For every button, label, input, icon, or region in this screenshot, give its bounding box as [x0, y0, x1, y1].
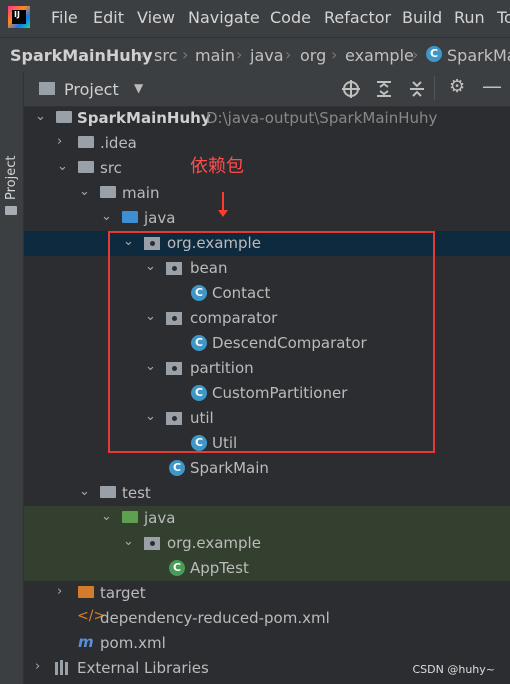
expanded-arrow-icon[interactable]: ⌄ — [123, 534, 134, 549]
tree-label: org.example — [167, 534, 261, 552]
libraries-icon — [55, 660, 68, 675]
panel-title[interactable]: Project — [64, 80, 119, 99]
expanded-arrow-icon[interactable]: ⌄ — [79, 484, 90, 499]
test-folder-icon — [122, 511, 138, 523]
crumb-example[interactable]: example — [345, 46, 414, 65]
collapsed-arrow-icon[interactable]: › — [35, 659, 40, 674]
tree-row-sparkmain[interactable]: C SparkMain — [24, 456, 510, 481]
tree-label: dependency-reduced-pom.xml — [100, 609, 330, 627]
source-folder-icon — [122, 211, 138, 223]
tree-row-java[interactable]: ⌄ java — [24, 206, 510, 231]
tree-label: java — [144, 209, 176, 227]
collapsed-arrow-icon[interactable]: › — [57, 134, 62, 149]
annotation-label: 依赖包 — [190, 156, 244, 177]
chevron-right-icon: › — [331, 45, 338, 64]
test-class-icon: C — [169, 560, 185, 576]
menu-run[interactable]: Run — [454, 8, 485, 27]
menu-file[interactable]: File — [51, 8, 78, 27]
chevron-right-icon: › — [182, 45, 189, 64]
maven-icon: m — [78, 633, 94, 651]
chevron-right-icon: › — [285, 45, 292, 64]
expand-all-icon[interactable] — [375, 80, 393, 98]
menu-refactor[interactable]: Refactor — [324, 8, 391, 27]
chevron-right-icon: › — [236, 45, 243, 64]
expanded-arrow-icon[interactable]: ⌄ — [101, 509, 112, 524]
tree-row-target[interactable]: › target — [24, 581, 510, 606]
tree-label: .idea — [100, 134, 137, 152]
tree-label: AppTest — [190, 559, 249, 577]
crumb-project[interactable]: SparkMainHuhy — [10, 46, 153, 65]
crumb-main[interactable]: main — [195, 46, 235, 65]
folder-icon — [100, 486, 116, 498]
minimize-icon[interactable]: — — [482, 74, 502, 98]
folder-icon — [100, 186, 116, 198]
tree-label: SparkMain — [190, 459, 269, 477]
folder-icon — [5, 206, 17, 215]
module-folder-icon — [56, 111, 72, 123]
menu-tools[interactable]: To — [497, 8, 510, 27]
locate-icon[interactable] — [342, 80, 360, 98]
project-view-icon — [39, 82, 55, 95]
tree-label: target — [100, 584, 146, 602]
tree-label: java — [144, 509, 176, 527]
tree-label: External Libraries — [77, 659, 209, 677]
collapsed-arrow-icon[interactable]: › — [57, 584, 62, 599]
tree-row-test[interactable]: ⌄ test — [24, 481, 510, 506]
crumb-java[interactable]: java — [250, 46, 284, 65]
crumb-src[interactable]: src — [154, 46, 177, 65]
divider — [434, 76, 435, 100]
package-icon — [144, 537, 160, 550]
crumb-sparkmain[interactable]: SparkMa — [447, 46, 510, 65]
tree-row-apptest[interactable]: C AppTest — [24, 556, 510, 581]
project-panel-header: Project ▼ ⚙ — — [24, 72, 510, 107]
menu-view[interactable]: View — [137, 8, 175, 27]
tree-label: pom.xml — [100, 634, 166, 652]
annotation-arrow — [218, 192, 228, 217]
tree-row-idea[interactable]: › .idea — [24, 131, 510, 156]
tree-row-pom[interactable]: m pom.xml — [24, 631, 510, 656]
tool-window-strip: Project — [0, 72, 24, 684]
root-name: SparkMainHuhy — [77, 109, 211, 127]
expanded-arrow-icon[interactable]: ⌄ — [79, 184, 90, 199]
dropdown-arrow-icon[interactable]: ▼ — [134, 81, 143, 95]
root-path: D:\java-output\SparkMainHuhy — [206, 109, 438, 127]
expanded-arrow-icon[interactable]: ⌄ — [35, 109, 46, 124]
menu-navigate[interactable]: Navigate — [188, 8, 260, 27]
breadcrumb: SparkMainHuhy › src › main › java › org … — [0, 37, 510, 73]
menu-build[interactable]: Build — [402, 8, 442, 27]
tree-row-test-org[interactable]: ⌄ org.example — [24, 531, 510, 556]
chevron-right-icon: › — [412, 45, 419, 64]
tree-row-dep-pom[interactable]: </> dependency-reduced-pom.xml — [24, 606, 510, 631]
intellij-logo-icon: IJ — [8, 6, 30, 28]
tree-row-test-java[interactable]: ⌄ java — [24, 506, 510, 531]
chevron-right-icon: › — [139, 45, 146, 64]
tree-label: test — [122, 484, 151, 502]
tree-row-main[interactable]: ⌄ main — [24, 181, 510, 206]
expanded-arrow-icon[interactable]: ⌄ — [57, 159, 68, 174]
class-icon: C — [426, 46, 442, 62]
folder-icon — [78, 136, 94, 148]
menu-code[interactable]: Code — [270, 8, 311, 27]
tree-row-src[interactable]: ⌄ src — [24, 156, 510, 181]
project-tab[interactable]: Project — [4, 156, 19, 200]
runnable-class-icon: C — [169, 460, 185, 476]
expanded-arrow-icon[interactable]: ⌄ — [101, 209, 112, 224]
collapse-all-icon[interactable] — [408, 80, 426, 98]
gear-icon[interactable]: ⚙ — [449, 76, 465, 97]
menu-bar: IJ File Edit View Navigate Code Refactor… — [0, 0, 510, 37]
annotation-box — [108, 231, 435, 453]
crumb-org[interactable]: org — [300, 46, 326, 65]
watermark: CSDN @huhy~ — [412, 663, 496, 676]
tree-row-root[interactable]: ⌄ SparkMainHuhy D:\java-output\SparkMain… — [24, 106, 510, 131]
menu-edit[interactable]: Edit — [93, 8, 124, 27]
tree-label: main — [122, 184, 160, 202]
tree-label: src — [100, 159, 122, 177]
folder-icon — [78, 161, 94, 173]
excluded-folder-icon — [78, 586, 94, 598]
